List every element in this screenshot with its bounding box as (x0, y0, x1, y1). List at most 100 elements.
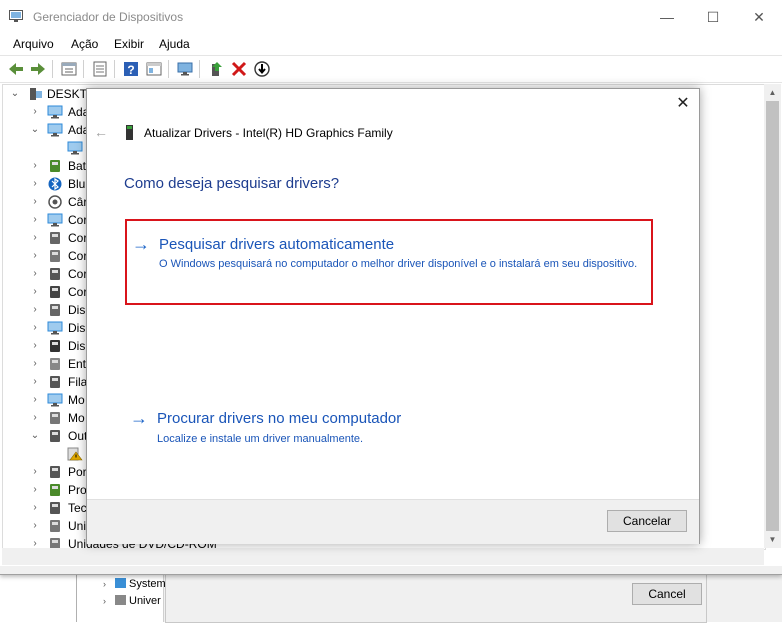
option-title: Pesquisar drivers automaticamente (159, 236, 395, 253)
dialog-heading: Como deseja pesquisar drivers? (124, 175, 340, 192)
status-bar (0, 566, 782, 574)
display-adapter-icon (126, 125, 133, 140)
chevron-down-icon[interactable]: ⌄ (9, 85, 21, 103)
toolbar-separator (52, 60, 53, 78)
chevron-right-icon[interactable]: › (29, 373, 41, 391)
battery-icon (50, 160, 60, 172)
tree-item-label: Blu (68, 177, 86, 191)
view-icon[interactable] (145, 60, 163, 78)
back-arrow-icon[interactable]: ← (93, 124, 109, 140)
portable-icon (50, 340, 60, 352)
display-icon (67, 141, 83, 155)
chevron-right-icon[interactable]: › (29, 265, 41, 283)
monitor-icon[interactable] (176, 60, 194, 78)
system-icon (47, 321, 63, 335)
chevron-right-icon[interactable]: › (29, 283, 41, 301)
minimize-button[interactable]: — (644, 0, 690, 34)
browse-my-computer-option[interactable]: → Procurar drivers no meu computador Loc… (125, 406, 653, 456)
list-icon[interactable] (91, 60, 109, 78)
update-driver-icon[interactable] (207, 60, 225, 78)
scroll-up-icon[interactable]: ▲ (764, 84, 781, 101)
port-icon (50, 466, 60, 478)
help-icon[interactable]: ? (122, 60, 140, 78)
chevron-right-icon[interactable]: › (29, 247, 41, 265)
chevron-down-icon[interactable]: ⌄ (29, 121, 41, 139)
audio-io-icon (50, 358, 60, 370)
chevron-right-icon[interactable]: › (29, 355, 41, 373)
back-icon[interactable] (7, 60, 25, 78)
tree-item-label: Fila (68, 375, 88, 389)
forward-icon[interactable] (29, 60, 47, 78)
dialog-title: Atualizar Drivers - Intel(R) HD Graphics… (144, 126, 393, 140)
chevron-right-icon[interactable]: › (29, 301, 41, 319)
update-drivers-dialog: ✕ ← Atualizar Drivers - Intel(R) HD Grap… (86, 88, 700, 544)
background-cancel-button[interactable]: Cancel (632, 583, 702, 605)
chevron-right-icon[interactable]: › (29, 157, 41, 175)
controller-icon (50, 232, 60, 244)
disable-icon[interactable] (253, 60, 271, 78)
tree-item-label: Cor (68, 231, 88, 245)
scroll-thumb[interactable] (766, 101, 779, 531)
chevron-right-icon[interactable]: › (29, 463, 41, 481)
close-window-button[interactable]: ✕ (736, 0, 782, 34)
maximize-button[interactable]: ☐ (690, 0, 736, 34)
keyboard-icon (50, 502, 60, 514)
uninstall-icon[interactable] (230, 60, 248, 78)
bluetooth-icon (48, 177, 62, 191)
scroll-down-icon[interactable]: ▼ (764, 531, 781, 548)
vertical-scrollbar[interactable]: ▲ ▼ (764, 84, 781, 548)
arrow-right-icon: → (132, 234, 150, 254)
tree-item-label: Cor (68, 249, 88, 263)
toolbar-separator (168, 60, 169, 78)
menu-bar: Arquivo Ação Exibir Ajuda (0, 34, 782, 54)
arrow-right-icon: → (130, 408, 148, 428)
menu-arquivo[interactable]: Arquivo (13, 37, 54, 51)
tree-item-label: Uni (68, 519, 87, 533)
menu-ajuda[interactable]: Ajuda (159, 37, 190, 51)
menu-exibir[interactable]: Exibir (114, 37, 144, 51)
tree-item-label: Cor (68, 213, 88, 227)
tree-item-label: Câr (68, 195, 88, 209)
chevron-right-icon[interactable]: › (29, 175, 41, 193)
computer-icon (30, 88, 42, 100)
chevron-right-icon[interactable]: › (29, 409, 41, 427)
chevron-right-icon[interactable]: › (29, 337, 41, 355)
device-manager-app-icon (9, 10, 23, 22)
chevron-right-icon[interactable]: › (29, 391, 41, 409)
background-tree-row[interactable]: › System (103, 576, 165, 592)
toolbar: ? (0, 55, 782, 83)
monitor-icon (47, 393, 63, 407)
cancel-button[interactable]: Cancelar (607, 510, 687, 532)
chevron-right-icon[interactable]: › (29, 103, 41, 121)
other-devices-icon (50, 430, 60, 442)
camera-icon (48, 195, 62, 209)
audio-icon (50, 250, 60, 262)
tree-item-label: Tec (68, 501, 87, 515)
tree-item-label: Cor (68, 267, 88, 281)
chevron-right-icon[interactable]: › (29, 319, 41, 337)
chevron-right-icon[interactable]: › (29, 481, 41, 499)
title-bar[interactable]: Gerenciador de Dispositivos — ☐ ✕ (0, 0, 782, 34)
print-queue-icon (50, 376, 60, 388)
dialog-close-button[interactable]: ✕ (671, 93, 695, 115)
toolbar-separator (199, 60, 200, 78)
disk-icon (50, 520, 60, 532)
tree-item-label: Pro (68, 483, 87, 497)
usb-icon (50, 286, 60, 298)
search-automatically-option[interactable]: → Pesquisar drivers automaticamente O Wi… (125, 219, 653, 305)
properties-icon[interactable] (60, 60, 78, 78)
toolbar-separator (83, 60, 84, 78)
horizontal-scrollbar[interactable] (2, 548, 764, 565)
menu-acao[interactable]: Ação (71, 37, 98, 51)
chevron-right-icon[interactable]: › (29, 499, 41, 517)
chevron-down-icon[interactable]: ⌄ (29, 427, 41, 445)
chevron-right-icon[interactable]: › (29, 229, 41, 247)
chevron-right-icon[interactable]: › (29, 517, 41, 535)
storage-icon (50, 268, 60, 280)
chevron-right-icon[interactable]: › (29, 193, 41, 211)
option-description: Localize e instale um driver manualmente… (157, 433, 364, 445)
chevron-right-icon[interactable]: › (29, 211, 41, 229)
mouse-icon (50, 412, 60, 424)
svg-text:?: ? (127, 63, 134, 77)
background-tree-row[interactable]: › Univer (103, 593, 165, 609)
